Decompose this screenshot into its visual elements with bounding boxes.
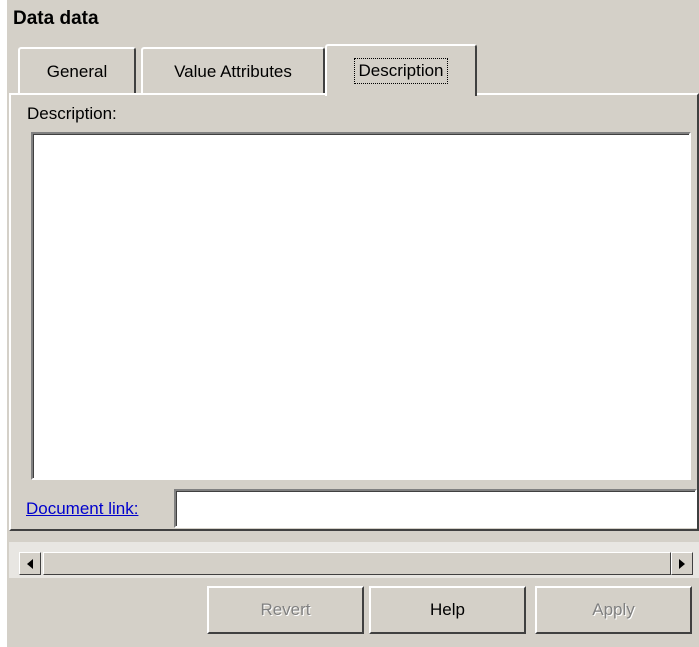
horizontal-scrollbar[interactable] [9, 542, 699, 578]
tab-value-attributes-label: Value Attributes [174, 62, 292, 81]
description-textarea[interactable] [31, 132, 691, 480]
scrollbar-thumb[interactable] [43, 552, 671, 575]
document-link-input[interactable] [174, 489, 697, 528]
help-button[interactable]: Help [369, 586, 526, 634]
document-link[interactable]: Document link: [26, 499, 138, 519]
tab-description[interactable]: Description [325, 44, 477, 96]
right-arrow-icon [679, 558, 685, 569]
tab-description-label: Description [354, 58, 448, 84]
tab-general[interactable]: General [18, 47, 136, 95]
scroll-right-button[interactable] [671, 552, 693, 575]
tab-general-label: General [46, 62, 108, 81]
apply-button[interactable]: Apply [535, 586, 692, 634]
data-properties-dialog: Data data General Value Attributes Descr… [7, 0, 699, 647]
dialog-title: Data data [13, 8, 99, 29]
description-label: Description: [27, 104, 117, 123]
tab-value-attributes[interactable]: Value Attributes [141, 47, 325, 95]
revert-button[interactable]: Revert [207, 586, 364, 634]
left-arrow-icon [27, 558, 33, 569]
scroll-left-button[interactable] [19, 552, 41, 575]
